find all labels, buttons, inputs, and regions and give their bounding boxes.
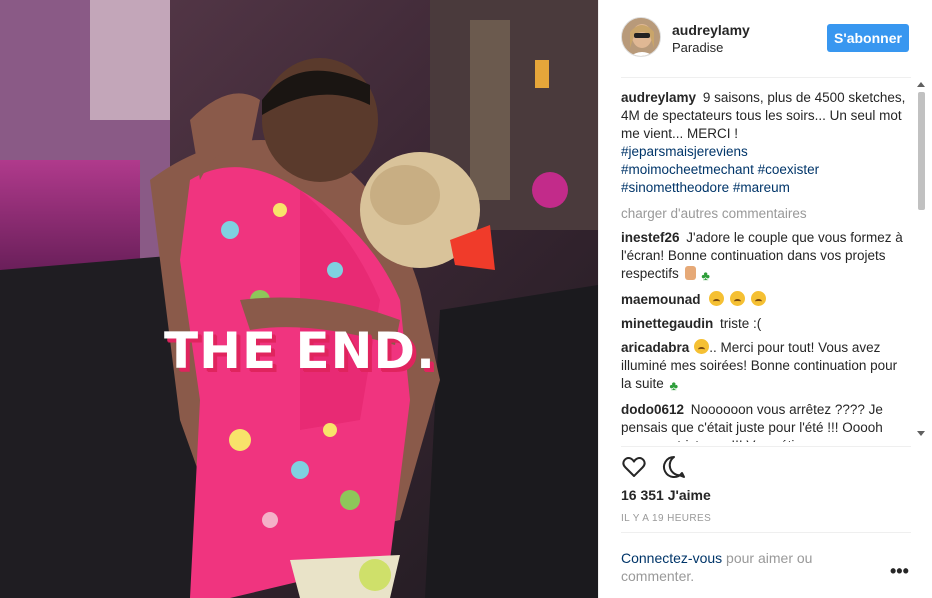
more-options-icon[interactable]: ••• — [890, 562, 909, 580]
comment-item: dodo0612 Noooooon vous arrêtez ???? Je p… — [621, 401, 908, 442]
login-link[interactable]: Connectez-vous — [621, 550, 722, 566]
comment-item: maemounad — [621, 291, 908, 309]
divider — [621, 532, 911, 533]
avatar[interactable] — [621, 17, 661, 57]
load-more-comments-link[interactable]: charger d'autres commentaires — [621, 205, 908, 223]
clover-icon: ♣ — [669, 378, 679, 393]
crying-face-icon — [709, 291, 725, 306]
caption-username[interactable]: audreylamy — [621, 90, 696, 105]
hand-icon — [684, 266, 696, 280]
caption: audreylamy 9 saisons, plus de 4500 sketc… — [621, 89, 908, 197]
comment-item: minettegaudin triste :( — [621, 315, 908, 333]
comment-username[interactable]: dodo0612 — [621, 402, 684, 417]
photo-illustration — [0, 0, 598, 598]
comment-username[interactable]: aricadabra — [621, 340, 689, 355]
crying-face-icon — [730, 291, 746, 306]
post-location[interactable]: Paradise — [672, 40, 723, 55]
comments-list[interactable]: audreylamy 9 saisons, plus de 4500 sketc… — [621, 89, 908, 442]
likes-count[interactable]: 16 351 J'aime — [621, 487, 711, 503]
comment-text: triste :( — [720, 316, 762, 331]
scroll-down-arrow-icon[interactable] — [917, 431, 925, 436]
post-side-panel: audreylamy Paradise S'abonner audreylamy… — [598, 0, 932, 598]
comment-item: inestef26 J'adore le couple que vous for… — [621, 229, 908, 285]
like-heart-icon[interactable] — [621, 454, 647, 480]
comment-username[interactable]: maemounad — [621, 292, 701, 307]
divider — [621, 77, 911, 78]
crying-face-icon — [750, 291, 766, 306]
divider — [621, 446, 911, 447]
comment-username[interactable]: minettegaudin — [621, 316, 713, 331]
post-author-username[interactable]: audreylamy — [672, 22, 750, 38]
login-prompt: Connectez-vous pour aimer ou commenter. — [621, 549, 861, 585]
avatar-image — [622, 18, 660, 56]
hashtag-link[interactable]: #moimocheetmechant #coexister — [621, 161, 908, 179]
clover-icon: ♣ — [701, 268, 710, 283]
hashtag-link[interactable]: #sinomettheodore #mareum — [621, 179, 908, 197]
post-header: audreylamy Paradise S'abonner — [599, 0, 932, 78]
crying-face-icon — [694, 339, 710, 354]
comment-item: aricadabra.. Merci pour tout! Vous avez … — [621, 339, 908, 395]
comment-bubble-icon[interactable] — [661, 454, 687, 480]
comments-scrollbar[interactable] — [913, 80, 929, 442]
scroll-up-arrow-icon[interactable] — [917, 82, 925, 87]
post-timestamp[interactable]: IL Y A 19 HEURES — [621, 513, 711, 524]
comment-username[interactable]: inestef26 — [621, 230, 680, 245]
overlay-caption: THE END. — [164, 322, 437, 380]
scroll-thumb[interactable] — [918, 92, 925, 210]
follow-button[interactable]: S'abonner — [827, 24, 909, 52]
hashtag-link[interactable]: #jeparsmaisjereviens — [621, 143, 908, 161]
post-photo[interactable]: THE END. — [0, 0, 598, 598]
